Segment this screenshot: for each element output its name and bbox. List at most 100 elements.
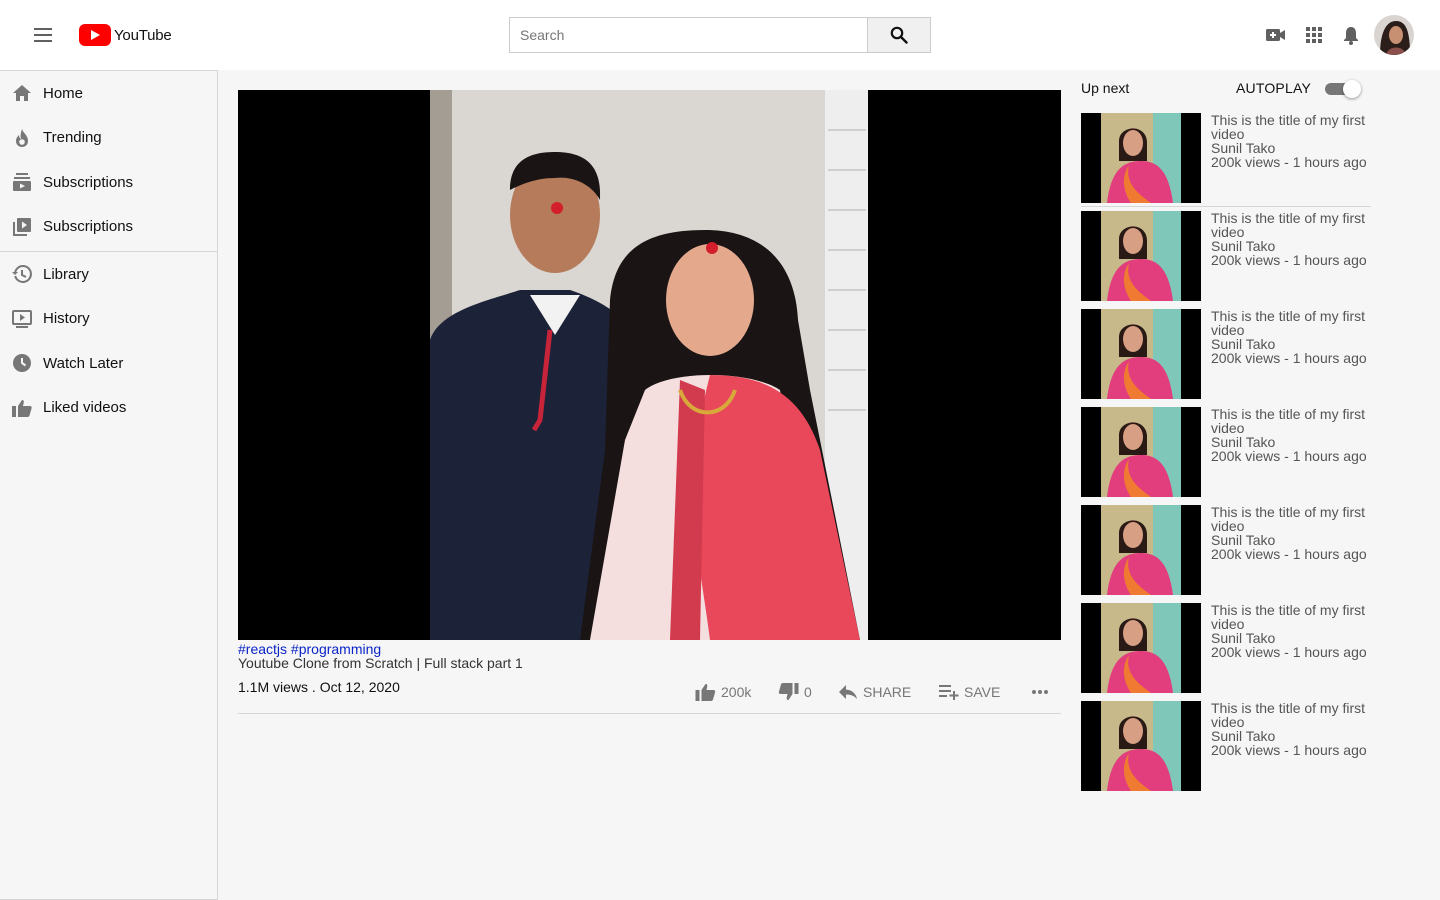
up-next-video-item[interactable]: This is the title of my first video Sunil… [1081, 309, 1371, 399]
video-title[interactable]: This is the title of my first video [1211, 407, 1371, 435]
video-stats: 200k views - 1 hours ago [1211, 154, 1367, 170]
video-stats: 200k views - 1 hours ago [1211, 350, 1367, 366]
up-next-video-item[interactable]: This is the title of my first video Sunil… [1081, 701, 1371, 791]
save-button[interactable]: SAVE [939, 681, 1000, 703]
youtube-logo[interactable]: YouTube [79, 23, 172, 47]
playlist-add-icon [939, 685, 959, 700]
home-icon [12, 83, 32, 103]
video-thumbnail[interactable] [1081, 603, 1201, 693]
video-info: This is the title of my first video Sunil… [1211, 113, 1371, 169]
clock-icon [12, 353, 32, 373]
video-thumbnail[interactable] [1081, 407, 1201, 497]
video-stats: 200k views - 1 hours ago [1211, 644, 1367, 660]
video-info: This is the title of my first video Sunil… [1211, 309, 1371, 365]
video-title[interactable]: This is the title of my first video [1211, 211, 1371, 239]
sidebar-item-label: Subscriptions [43, 218, 134, 236]
bell-icon[interactable] [1340, 24, 1362, 46]
history-clock-icon [12, 264, 32, 284]
share-button[interactable]: SHARE [838, 681, 911, 703]
play-box-icon [12, 309, 32, 329]
video-camera-icon[interactable] [1265, 24, 1287, 46]
channel-name[interactable]: Sunil Tako [1211, 533, 1371, 547]
fire-icon [12, 128, 32, 148]
video-stats: 200k views - 1 hours ago [1211, 742, 1367, 758]
video-stats: 200k views - 1 hours ago [1211, 252, 1367, 268]
autoplay-label: AUTOPLAY [1236, 80, 1311, 96]
video-meta: 1.1M views . Oct 12, 2020 [238, 679, 400, 695]
sidebar-item-label: Watch Later [43, 354, 124, 372]
up-next-video-item[interactable]: This is the title of my first video Sunil… [1081, 407, 1371, 497]
channel-name[interactable]: Sunil Tako [1211, 337, 1371, 351]
like-button[interactable]: 200k [695, 681, 751, 703]
video-thumbnail[interactable] [1081, 113, 1201, 203]
sidebar-item-subscriptions-library[interactable]: Subscriptions [0, 205, 217, 250]
video-frame-image [430, 90, 868, 640]
up-next-video-item[interactable]: This is the title of my first video Sunil… [1081, 603, 1371, 693]
up-next-video-item[interactable]: This is the title of my first video Sunil… [1081, 113, 1371, 203]
video-thumbnail[interactable] [1081, 505, 1201, 595]
video-info: This is the title of my first video Sunil… [1211, 603, 1371, 659]
dislike-button[interactable]: 0 [778, 681, 812, 703]
share-icon [839, 685, 857, 699]
dislike-count: 0 [804, 684, 812, 700]
video-player[interactable] [238, 90, 1061, 640]
channel-name[interactable]: Sunil Tako [1211, 435, 1371, 449]
top-header: YouTube [0, 0, 1440, 70]
sidebar-library-section: Library History Watch Later Liked videos [0, 252, 217, 430]
sidebar-item-subscriptions[interactable]: Subscriptions [0, 160, 217, 205]
video-title[interactable]: This is the title of my first video [1211, 603, 1371, 631]
video-title[interactable]: This is the title of my first video [1211, 701, 1371, 729]
hamburger-menu-icon[interactable] [30, 22, 56, 48]
youtube-play-logo-icon [79, 24, 111, 46]
up-next-video-item[interactable]: This is the title of my first video Sunil… [1081, 211, 1371, 301]
channel-name[interactable]: Sunil Tako [1211, 729, 1371, 743]
video-title[interactable]: This is the title of my first video [1211, 505, 1371, 533]
video-stats: 200k views - 1 hours ago [1211, 448, 1367, 464]
autoplay-toggle-knob [1343, 80, 1361, 98]
video-stats: 200k views - 1 hours ago [1211, 546, 1367, 562]
video-info: This is the title of my first video Sunil… [1211, 505, 1371, 561]
sidebar-item-library[interactable]: Library [0, 252, 217, 297]
user-avatar[interactable] [1374, 15, 1414, 55]
video-info: This is the title of my first video Sunil… [1211, 407, 1371, 463]
video-title[interactable]: This is the title of my first video [1211, 309, 1371, 337]
sidebar-item-label: Liked videos [43, 399, 127, 417]
search-button[interactable] [867, 17, 931, 53]
channel-name[interactable]: Sunil Tako [1211, 239, 1371, 253]
subscriptions-icon [12, 172, 32, 192]
sidebar-item-label: Trending [43, 129, 102, 147]
video-thumbnail[interactable] [1081, 211, 1201, 301]
autoplay-toggle[interactable] [1325, 80, 1361, 98]
sidebar-item-watch-later[interactable]: Watch Later [0, 341, 217, 386]
save-label: SAVE [964, 684, 1001, 700]
more-horizontal-icon [1032, 690, 1048, 694]
play-library-icon [12, 217, 32, 237]
sidebar-item-label: History [43, 310, 90, 328]
thumbs-up-icon [695, 684, 716, 701]
video-title[interactable]: This is the title of my first video [1211, 113, 1371, 141]
more-options-button[interactable] [1031, 681, 1054, 703]
search-input[interactable] [509, 17, 867, 53]
sidebar-item-trending[interactable]: Trending [0, 116, 217, 161]
sidebar-item-history[interactable]: History [0, 297, 217, 342]
up-next-label: Up next [1081, 80, 1130, 96]
up-next-divider [1081, 206, 1371, 207]
video-info-divider [238, 713, 1061, 714]
sidebar-item-label: Library [43, 265, 89, 283]
video-title: Youtube Clone from Scratch | Full stack … [238, 655, 523, 671]
video-info: This is the title of my first video Sunil… [1211, 701, 1371, 757]
apps-grid-icon[interactable] [1303, 24, 1325, 46]
sidebar-item-label: Subscriptions [43, 173, 134, 191]
sidebar-item-home[interactable]: Home [0, 71, 217, 116]
channel-name[interactable]: Sunil Tako [1211, 141, 1371, 155]
sidebar-item-liked-videos[interactable]: Liked videos [0, 386, 217, 431]
up-next-video-item[interactable]: This is the title of my first video Sunil… [1081, 505, 1371, 595]
search-icon [890, 26, 908, 44]
sidebar: Home Trending Subscriptions Subscription… [0, 70, 218, 900]
video-thumbnail[interactable] [1081, 701, 1201, 791]
thumbs-up-icon [12, 398, 32, 418]
sidebar-main-section: Home Trending Subscriptions Subscription… [0, 71, 217, 249]
video-thumbnail[interactable] [1081, 309, 1201, 399]
channel-name[interactable]: Sunil Tako [1211, 631, 1371, 645]
thumbs-down-icon [778, 683, 799, 700]
